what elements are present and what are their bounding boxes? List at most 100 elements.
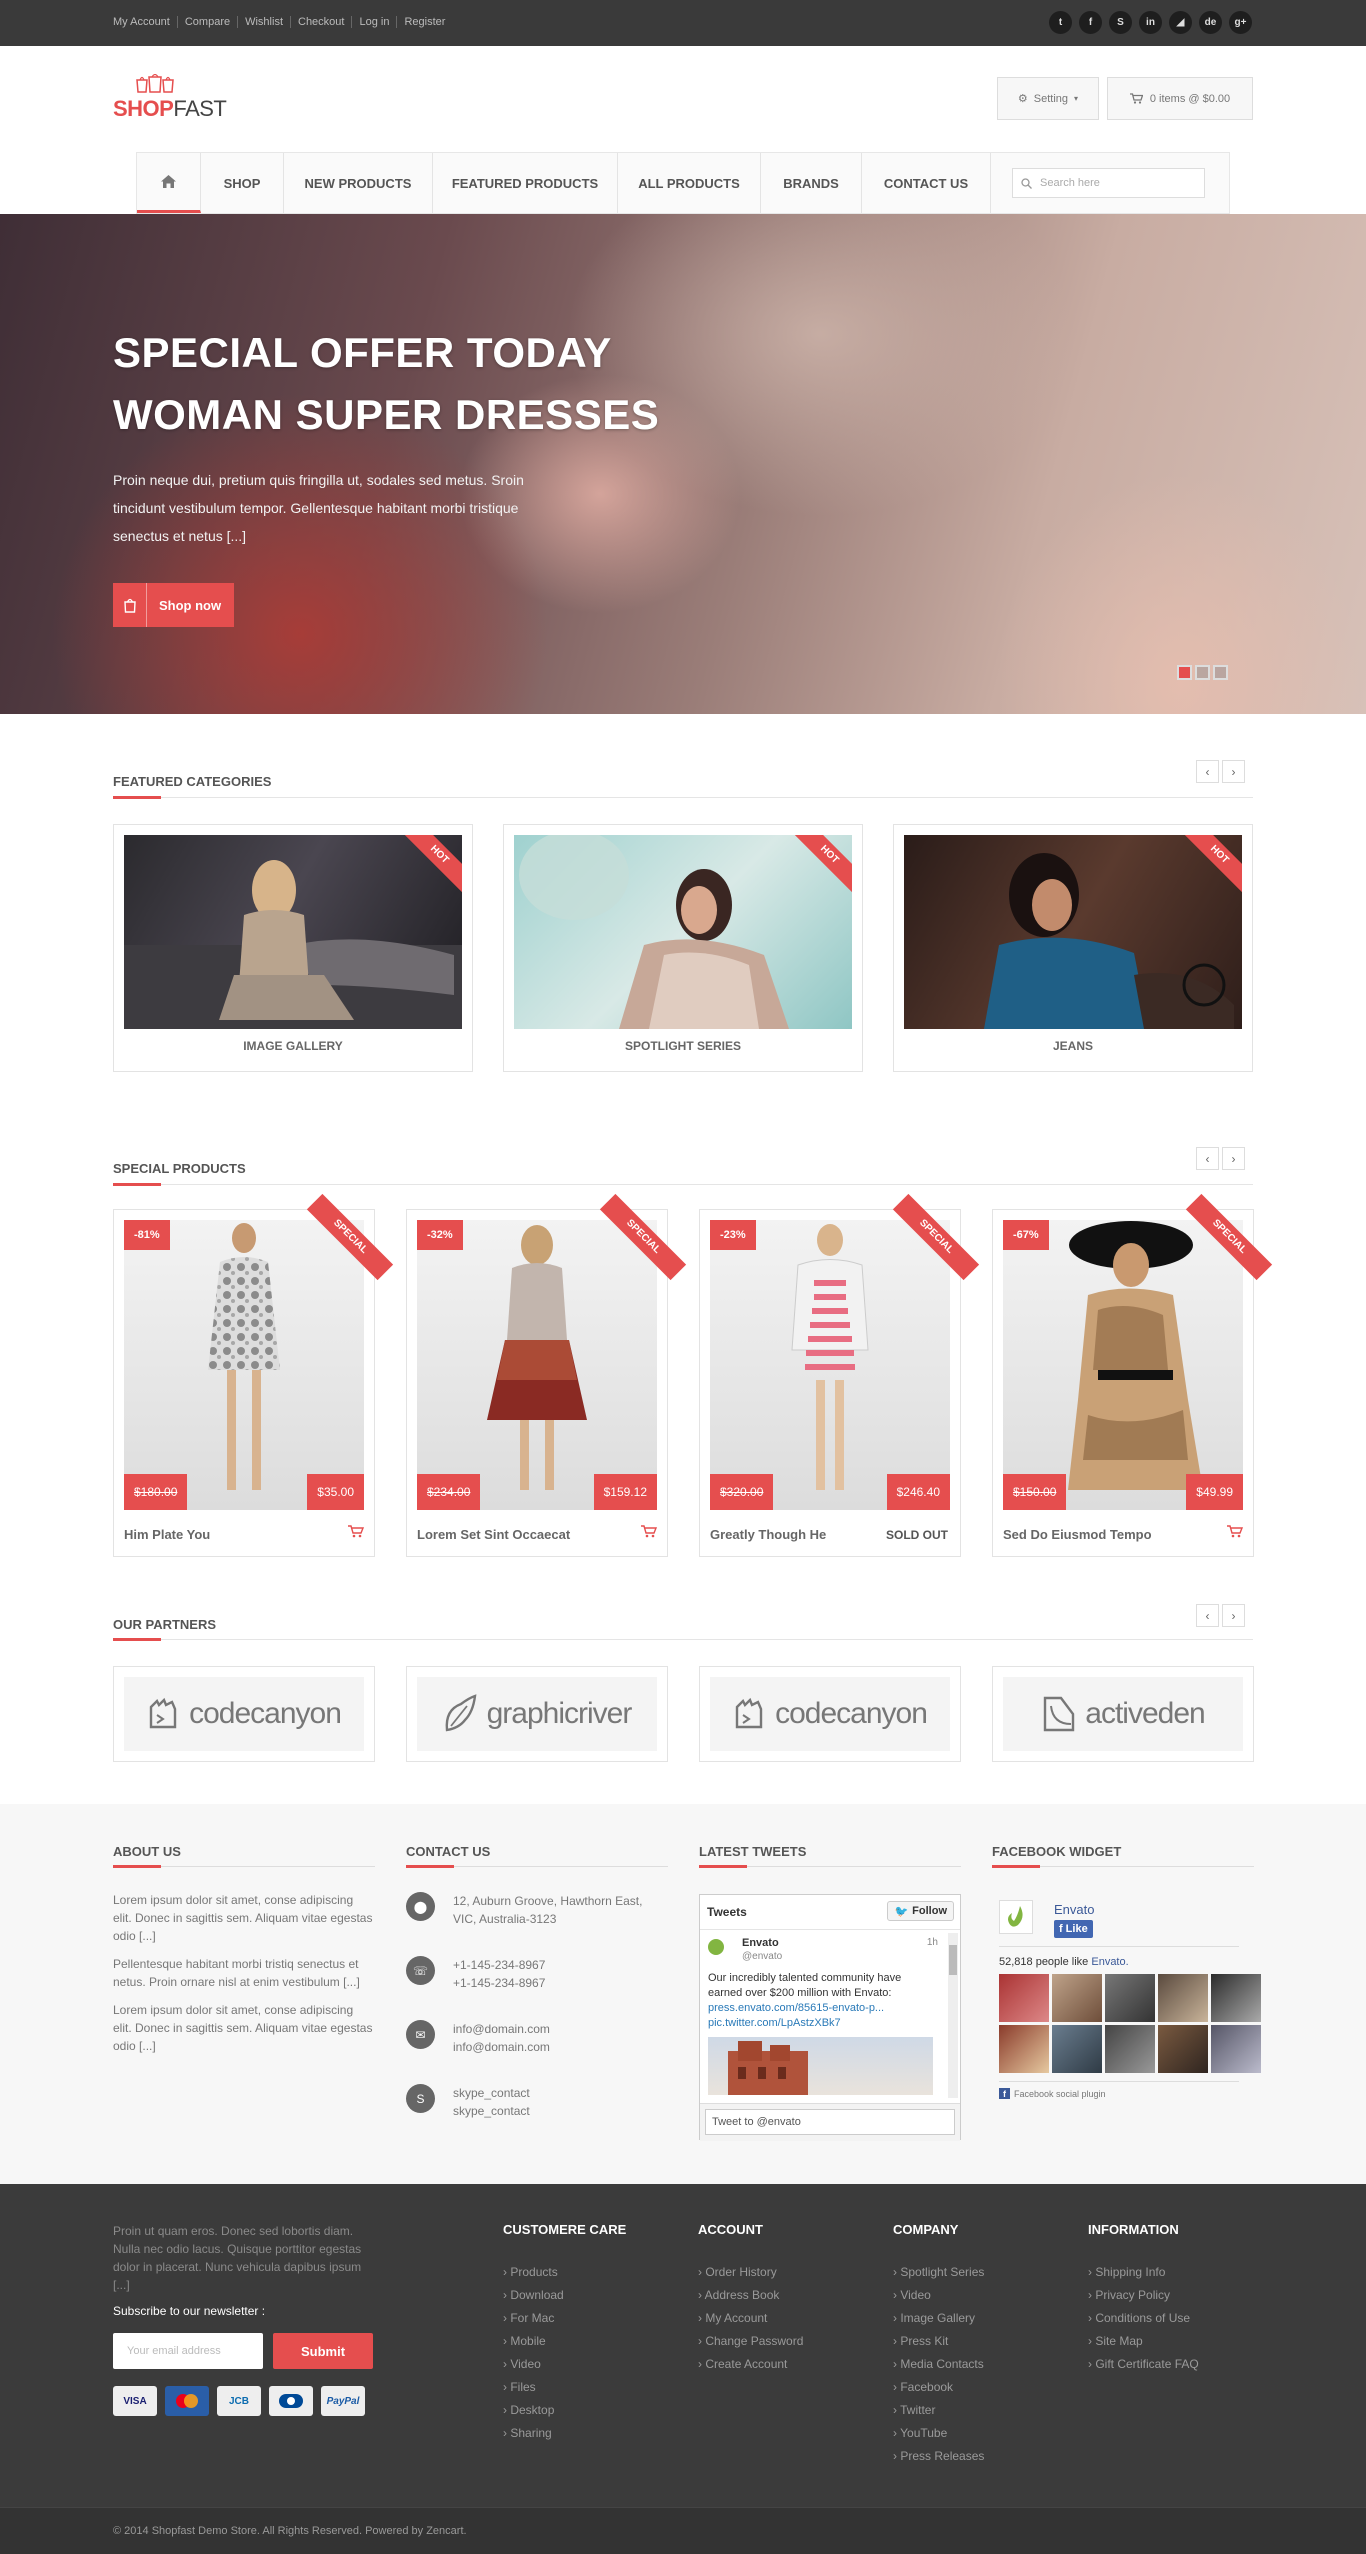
category-card-spotlight-series[interactable]: HOT SPOTLIGHT SERIES bbox=[503, 824, 863, 1072]
email-address[interactable]: info@domain.com bbox=[453, 2020, 550, 2038]
next-arrow-icon[interactable]: › bbox=[1222, 1604, 1245, 1627]
category-name[interactable]: IMAGE GALLERY bbox=[114, 1039, 472, 1053]
footer-link[interactable]: › Desktop bbox=[503, 2399, 626, 2422]
footer-link[interactable]: › Sharing bbox=[503, 2422, 626, 2445]
product-name[interactable]: Greatly Though He bbox=[710, 1527, 826, 1542]
slide-dot-3[interactable] bbox=[1213, 665, 1228, 680]
facebook-icon[interactable]: f bbox=[1079, 11, 1102, 34]
wishlist-link[interactable]: Wishlist bbox=[237, 16, 290, 28]
shop-now-button[interactable]: Shop now bbox=[113, 583, 234, 627]
add-to-cart-icon[interactable] bbox=[641, 1525, 657, 1538]
tweet-link[interactable]: press.envato.com/85615-envato-p... bbox=[708, 2001, 933, 2016]
login-link[interactable]: Log in bbox=[351, 16, 396, 28]
tweet-link[interactable]: pic.twitter.com/LpAstzXBk7 bbox=[708, 2016, 933, 2031]
prev-arrow-icon[interactable]: ‹ bbox=[1196, 760, 1219, 783]
fan-avatar[interactable] bbox=[1052, 1974, 1102, 2022]
fan-avatar[interactable] bbox=[1158, 1974, 1208, 2022]
nav-contact-us[interactable]: CONTACT US bbox=[862, 153, 991, 213]
skype-icon[interactable]: S bbox=[1109, 11, 1132, 34]
linkedin-icon[interactable]: in bbox=[1139, 11, 1162, 34]
product-card[interactable]: -67% $150.00 $49.99 SPECIAL Sed Do Eiusm… bbox=[992, 1193, 1273, 1557]
footer-link[interactable]: › Image Gallery bbox=[893, 2307, 984, 2330]
nav-new-products[interactable]: NEW PRODUCTS bbox=[284, 153, 433, 213]
partner-logo[interactable]: codecanyon bbox=[113, 1666, 375, 1762]
fan-avatar[interactable] bbox=[1105, 1974, 1155, 2022]
fan-avatar[interactable] bbox=[1105, 2025, 1155, 2073]
likes-page-link[interactable]: Envato. bbox=[1091, 1956, 1128, 1968]
product-card[interactable]: -32% $234.00 $159.12 SPECIAL Lorem Set S… bbox=[406, 1193, 687, 1557]
footer-link[interactable]: › Shipping Info bbox=[1088, 2261, 1199, 2284]
prev-arrow-icon[interactable]: ‹ bbox=[1196, 1604, 1219, 1627]
add-to-cart-icon[interactable] bbox=[1227, 1525, 1243, 1538]
twitter-icon[interactable]: t bbox=[1049, 11, 1072, 34]
footer-link[interactable]: › Conditions of Use bbox=[1088, 2307, 1199, 2330]
category-name[interactable]: JEANS bbox=[894, 1039, 1252, 1053]
nav-shop[interactable]: SHOP bbox=[201, 153, 284, 213]
fan-avatar[interactable] bbox=[1052, 2025, 1102, 2073]
footer-link[interactable]: › Press Kit bbox=[893, 2330, 984, 2353]
site-logo[interactable]: SHOPFAST bbox=[113, 74, 253, 122]
footer-link[interactable]: › Download bbox=[503, 2284, 626, 2307]
next-arrow-icon[interactable]: › bbox=[1222, 760, 1245, 783]
register-link[interactable]: Register bbox=[396, 16, 452, 28]
category-name[interactable]: SPOTLIGHT SERIES bbox=[504, 1039, 862, 1053]
newsletter-submit-button[interactable]: Submit bbox=[273, 2333, 373, 2369]
product-card[interactable]: -23% $320.00 $246.40 SPECIAL Greatly Tho… bbox=[699, 1193, 980, 1557]
partner-logo[interactable]: graphicriver bbox=[406, 1666, 668, 1762]
google-plus-icon[interactable]: g+ bbox=[1229, 11, 1252, 34]
partner-logo[interactable]: codecanyon bbox=[699, 1666, 961, 1762]
slide-dot-2[interactable] bbox=[1195, 665, 1210, 680]
footer-link[interactable]: › Spotlight Series bbox=[893, 2261, 984, 2284]
nav-all-products[interactable]: ALL PRODUCTS bbox=[618, 153, 761, 213]
footer-link[interactable]: › Address Book bbox=[698, 2284, 803, 2307]
tweet-user[interactable]: Envato bbox=[742, 1937, 779, 1949]
footer-link[interactable]: › Video bbox=[503, 2353, 626, 2376]
tweet-scrollbar[interactable] bbox=[948, 1933, 958, 2098]
category-card-jeans[interactable]: HOT JEANS bbox=[893, 824, 1253, 1072]
fan-avatar[interactable] bbox=[999, 2025, 1049, 2073]
footer-link[interactable]: › Order History bbox=[698, 2261, 803, 2284]
facebook-like-button[interactable]: f Like bbox=[1054, 1920, 1093, 1938]
deviantart-icon[interactable]: de bbox=[1199, 11, 1222, 34]
footer-link[interactable]: › Change Password bbox=[698, 2330, 803, 2353]
product-card[interactable]: -81% $180.00 $35.00 SPECIAL Him Plate Yo… bbox=[113, 1193, 394, 1557]
footer-link[interactable]: › Create Account bbox=[698, 2353, 803, 2376]
footer-link[interactable]: › YouTube bbox=[893, 2422, 984, 2445]
cart-button[interactable]: 0 items @ $0.00 bbox=[1107, 77, 1253, 120]
search-input[interactable]: Search here bbox=[1040, 177, 1100, 189]
facebook-page-name[interactable]: Envato bbox=[1054, 1902, 1094, 1917]
footer-link[interactable]: › Products bbox=[503, 2261, 626, 2284]
tweet-input[interactable]: Tweet to @envato bbox=[705, 2109, 955, 2135]
product-name[interactable]: Sed Do Eiusmod Tempo bbox=[1003, 1527, 1152, 1542]
footer-link[interactable]: › Mobile bbox=[503, 2330, 626, 2353]
fan-avatar[interactable] bbox=[1211, 1974, 1261, 2022]
footer-link[interactable]: › Media Contacts bbox=[893, 2353, 984, 2376]
footer-link[interactable]: › Facebook bbox=[893, 2376, 984, 2399]
footer-link[interactable]: › Gift Certificate FAQ bbox=[1088, 2353, 1199, 2376]
email-address[interactable]: info@domain.com bbox=[453, 2038, 550, 2056]
search-box[interactable]: Search here bbox=[1012, 168, 1205, 198]
slide-dot-1[interactable] bbox=[1177, 665, 1192, 680]
footer-link[interactable]: › My Account bbox=[698, 2307, 803, 2330]
nav-brands[interactable]: BRANDS bbox=[761, 153, 862, 213]
fan-avatar[interactable] bbox=[1211, 2025, 1261, 2073]
nav-featured-products[interactable]: FEATURED PRODUCTS bbox=[433, 153, 618, 213]
rss-icon[interactable]: ◢ bbox=[1169, 11, 1192, 34]
footer-link[interactable]: › Site Map bbox=[1088, 2330, 1199, 2353]
newsletter-email-input[interactable]: Your email address bbox=[113, 2333, 263, 2369]
category-card-image-gallery[interactable]: HOT IMAGE GALLERY bbox=[113, 824, 473, 1072]
product-name[interactable]: Lorem Set Sint Occaecat bbox=[417, 1527, 570, 1542]
next-arrow-icon[interactable]: › bbox=[1222, 1147, 1245, 1170]
home-nav-button[interactable] bbox=[137, 153, 201, 213]
add-to-cart-icon[interactable] bbox=[348, 1525, 364, 1538]
footer-link[interactable]: › Privacy Policy bbox=[1088, 2284, 1199, 2307]
settings-dropdown[interactable]: ⚙ Setting ▾ bbox=[997, 77, 1099, 120]
fan-avatar[interactable] bbox=[999, 1974, 1049, 2022]
prev-arrow-icon[interactable]: ‹ bbox=[1196, 1147, 1219, 1170]
footer-link[interactable]: › Video bbox=[893, 2284, 984, 2307]
compare-link[interactable]: Compare bbox=[176, 16, 237, 28]
footer-link[interactable]: › For Mac bbox=[503, 2307, 626, 2330]
checkout-link[interactable]: Checkout bbox=[290, 16, 351, 28]
footer-link[interactable]: › Files bbox=[503, 2376, 626, 2399]
my-account-link[interactable]: My Account bbox=[113, 16, 177, 28]
